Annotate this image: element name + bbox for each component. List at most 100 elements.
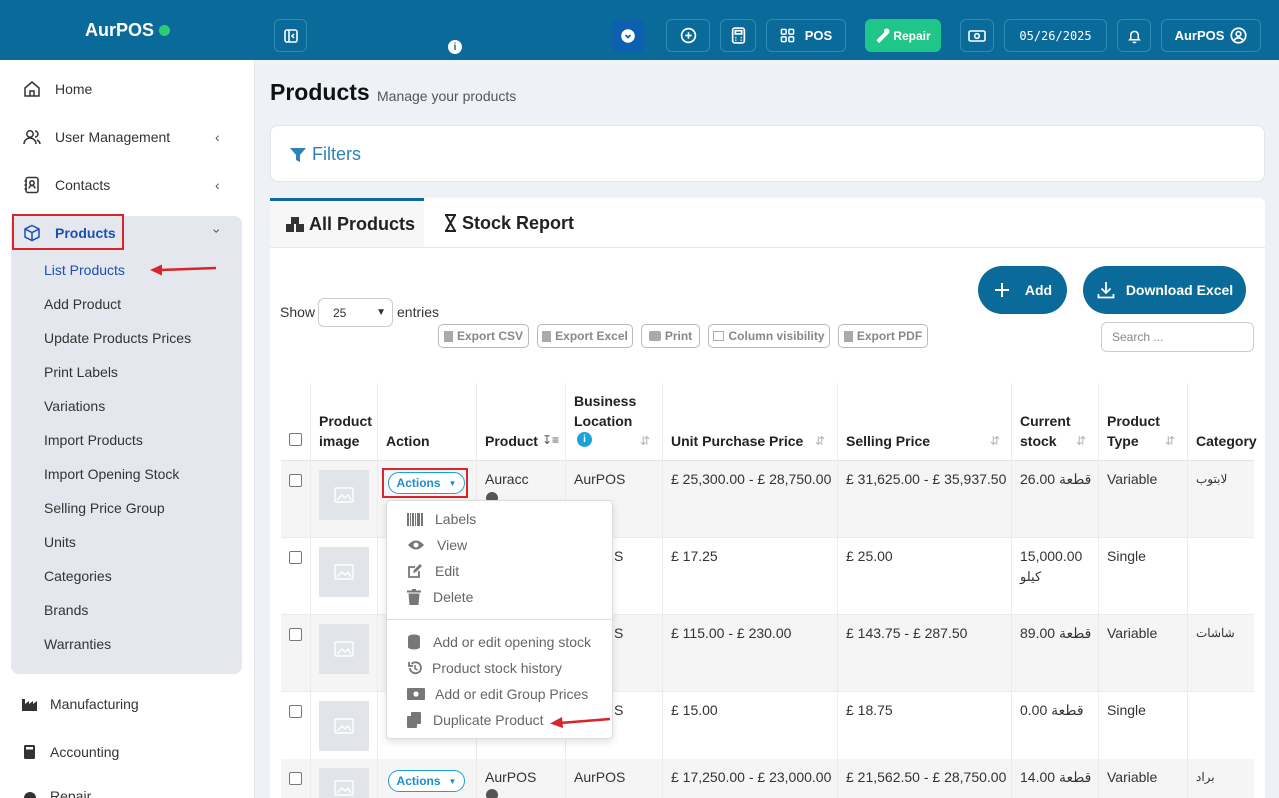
entries-select[interactable]: 25 ▼	[318, 298, 393, 327]
menu-item-view[interactable]: View	[407, 537, 467, 553]
col-header-product[interactable]: Product	[485, 431, 538, 451]
sort-icon[interactable]: ⇵	[815, 434, 825, 448]
export-pdf-button[interactable]: Export PDF	[838, 324, 928, 348]
submenu-item-brands[interactable]: Brands	[44, 602, 88, 618]
info-icon[interactable]: i	[577, 432, 592, 447]
row-checkbox[interactable]	[289, 628, 302, 641]
submenu-item-list-products[interactable]: List Products	[44, 262, 125, 278]
cell-stock: 89.00 قطعة	[1020, 625, 1092, 641]
submenu-item-categories[interactable]: Categories	[44, 568, 112, 584]
submenu-item-variations[interactable]: Variations	[44, 398, 105, 414]
row-checkbox[interactable]	[289, 551, 302, 564]
menu-item-labels[interactable]: Labels	[407, 511, 476, 527]
actions-highlight-box	[382, 468, 468, 498]
image-placeholder-icon	[334, 718, 354, 734]
cash-register-button[interactable]	[960, 19, 994, 52]
menu-item-delete[interactable]: Delete	[407, 589, 473, 605]
tab-label: All Products	[309, 214, 416, 234]
col-header-location[interactable]: Business Location	[574, 391, 636, 431]
menu-item-opening-stock[interactable]: Add or edit opening stock	[407, 634, 591, 650]
menu-item-duplicate-product[interactable]: Duplicate Product	[407, 712, 544, 728]
submenu-item-print-labels[interactable]: Print Labels	[44, 364, 118, 380]
export-csv-button[interactable]: Export CSV	[438, 324, 529, 348]
col-header-image[interactable]: Product image	[319, 411, 372, 451]
select-all-checkbox[interactable]	[289, 433, 302, 446]
status-dot-icon	[159, 24, 170, 36]
cell-type: Single	[1107, 702, 1146, 718]
calculator-button[interactable]	[720, 19, 756, 52]
print-button[interactable]: Print	[641, 324, 700, 348]
sidebar-item-accounting[interactable]: Accounting	[20, 742, 119, 762]
header-line: Business	[574, 393, 637, 409]
sort-asc-icon[interactable]: ↧≡	[542, 433, 559, 447]
submenu-item-warranties[interactable]: Warranties	[44, 636, 111, 652]
sidebar-item-user-management[interactable]: User Management	[22, 127, 170, 147]
sidebar-item-home[interactable]: Home	[22, 79, 92, 99]
repair-button[interactable]: Repair	[865, 19, 941, 52]
sidebar-item-label: Accounting	[50, 744, 120, 760]
sort-icon[interactable]: ⇵	[990, 434, 1000, 448]
menu-item-edit[interactable]: Edit	[407, 563, 459, 579]
col-header-selling-price[interactable]: Selling Price	[846, 431, 930, 451]
actions-dropdown-button[interactable]: Actions ▼	[388, 770, 465, 792]
add-product-button[interactable]: Add	[978, 266, 1067, 314]
search-input[interactable]: Search ...	[1101, 322, 1254, 352]
product-thumbnail[interactable]	[319, 768, 369, 798]
export-excel-button[interactable]: Export Excel	[537, 324, 633, 348]
file-csv-icon	[443, 330, 453, 342]
add-quick-button[interactable]	[666, 19, 710, 52]
sidebar-item-contacts[interactable]: Contacts	[22, 175, 110, 195]
sidebar-item-repair[interactable]: Repair	[20, 788, 91, 798]
sort-icon[interactable]: ⇵	[640, 434, 650, 448]
submenu-item-import-opening-stock[interactable]: Import Opening Stock	[44, 466, 179, 482]
download-excel-button[interactable]: Download Excel	[1083, 266, 1246, 314]
product-thumbnail[interactable]	[319, 547, 369, 597]
column-divider	[837, 383, 838, 798]
filters-toggle[interactable]: Filters	[289, 144, 361, 165]
calculator-icon	[731, 27, 745, 44]
col-header-current-stock[interactable]: Current stock	[1020, 411, 1071, 451]
sidebar-item-label: Contacts	[55, 177, 111, 193]
sort-icon[interactable]: ⇵	[1165, 434, 1175, 448]
cell-selling: £ 31,625.00 - £ 35,937.50	[846, 471, 1007, 487]
sidebar-item-manufacturing[interactable]: Manufacturing	[20, 694, 139, 714]
row-checkbox[interactable]	[289, 705, 302, 718]
info-icon[interactable]: i	[448, 40, 462, 54]
home-icon	[24, 81, 40, 97]
brand-logo[interactable]: AurPOS	[0, 0, 255, 60]
row-checkbox[interactable]	[289, 474, 302, 487]
history-icon	[408, 661, 422, 675]
product-thumbnail[interactable]	[319, 624, 369, 674]
cell-stock-unit: كيلو	[1020, 569, 1042, 584]
submenu-item-update-prices[interactable]: Update Products Prices	[44, 330, 191, 346]
download-button[interactable]	[612, 19, 644, 52]
col-header-category[interactable]: Category	[1196, 431, 1257, 451]
submenu-item-add-product[interactable]: Add Product	[44, 296, 121, 312]
submenu-item-selling-price-group[interactable]: Selling Price Group	[44, 500, 165, 516]
pos-button[interactable]: POS	[766, 19, 846, 52]
column-visibility-button[interactable]: Column visibility	[708, 324, 830, 348]
submenu-item-units[interactable]: Units	[44, 534, 76, 550]
submenu-item-import-products[interactable]: Import Products	[44, 432, 143, 448]
menu-item-group-prices[interactable]: Add or edit Group Prices	[407, 686, 588, 702]
sort-icon[interactable]: ⇵	[1076, 434, 1086, 448]
filters-panel[interactable]: Filters	[270, 125, 1265, 182]
user-menu-button[interactable]: AurPOS	[1161, 19, 1261, 52]
cell-stock: 0.00 قطعة	[1020, 702, 1084, 718]
col-header-unit-purchase-price[interactable]: Unit Purchase Price	[671, 431, 803, 451]
chevron-down-icon: ›	[209, 228, 226, 234]
row-checkbox[interactable]	[289, 772, 302, 785]
notifications-button[interactable]	[1117, 19, 1151, 52]
tab-stock-report[interactable]: Stock Report	[444, 198, 574, 248]
entries-label: entries	[397, 304, 440, 320]
menu-item-label: Add or edit opening stock	[433, 634, 591, 650]
col-header-product-type[interactable]: Product Type	[1107, 411, 1160, 451]
product-thumbnail[interactable]	[319, 470, 369, 520]
menu-item-label: Product stock history	[432, 660, 562, 676]
product-thumbnail[interactable]	[319, 701, 369, 751]
image-placeholder-icon	[334, 564, 354, 580]
menu-item-stock-history[interactable]: Product stock history	[407, 660, 562, 676]
toggle-sidebar-button[interactable]	[274, 19, 307, 52]
tab-all-products[interactable]: All Products	[270, 198, 424, 248]
column-divider	[1098, 383, 1099, 798]
